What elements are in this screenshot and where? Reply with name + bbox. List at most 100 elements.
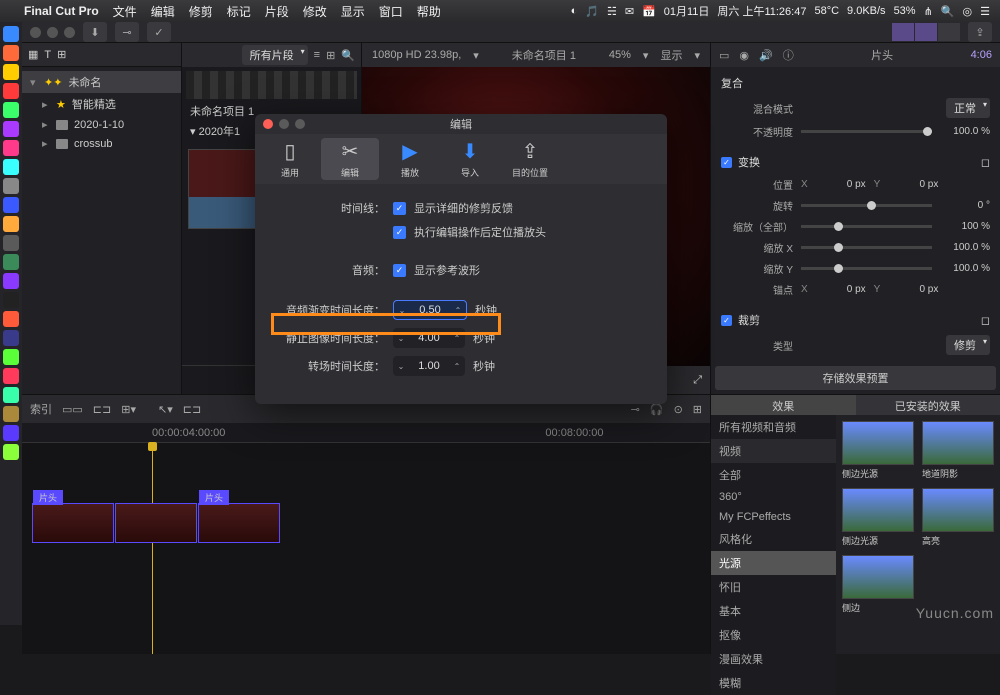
- fade-stepper[interactable]: ⌄ 0.50 ⌃: [393, 300, 467, 320]
- tool-icon[interactable]: 🎧: [650, 403, 664, 416]
- stepper-up-icon[interactable]: ⌃: [450, 306, 466, 315]
- dock-app[interactable]: [3, 311, 19, 327]
- effect-category[interactable]: 抠像: [711, 623, 836, 647]
- still-stepper[interactable]: ⌄ 4.00 ⌃: [393, 328, 465, 348]
- playhead[interactable]: [152, 443, 153, 654]
- dock-app[interactable]: [3, 83, 19, 99]
- siri-icon[interactable]: ◎: [963, 5, 973, 18]
- tab-playback[interactable]: ▶播放: [381, 138, 439, 180]
- timeline-clip[interactable]: [115, 503, 197, 543]
- library-item[interactable]: ▸ ★ 智能精选: [22, 93, 181, 115]
- effect-category[interactable]: 360°: [711, 487, 836, 507]
- effect-category[interactable]: My FCPeffects: [711, 507, 836, 527]
- app-name[interactable]: Final Cut Pro: [24, 4, 99, 18]
- dock-app[interactable]: [3, 197, 19, 213]
- dock-app[interactable]: [3, 292, 19, 308]
- menu-file[interactable]: 文件: [113, 3, 137, 20]
- status-date[interactable]: 01月11日: [664, 3, 710, 19]
- timeline-tracks[interactable]: 片头 片头: [22, 443, 710, 654]
- dropdown-icon[interactable]: ▾: [643, 49, 649, 62]
- still-value[interactable]: 4.00: [409, 332, 449, 344]
- effect-category[interactable]: 基本: [711, 599, 836, 623]
- menu-trim[interactable]: 修剪: [189, 3, 213, 20]
- dock-app[interactable]: [3, 159, 19, 175]
- fullscreen-icon[interactable]: ⤢: [693, 374, 702, 387]
- tool-icon[interactable]: ▭▭: [62, 403, 83, 416]
- dock-app[interactable]: [3, 121, 19, 137]
- select-tool-icon[interactable]: ↖▾: [158, 403, 173, 416]
- disclosure-icon[interactable]: ▾: [30, 76, 38, 89]
- dock-app[interactable]: [3, 45, 19, 61]
- checkbox[interactable]: ✓: [393, 226, 406, 239]
- library-item[interactable]: ▸ crossub: [22, 134, 181, 153]
- index-button[interactable]: 索引: [30, 401, 52, 417]
- zoom-value[interactable]: 45%: [609, 49, 631, 61]
- search-icon[interactable]: 🔍: [941, 5, 955, 18]
- window-controls[interactable]: [30, 27, 75, 38]
- effect-item[interactable]: 地道阴影: [922, 421, 994, 480]
- tool-icon[interactable]: ⊸: [631, 403, 640, 416]
- generators-icon[interactable]: ⊞: [57, 48, 66, 61]
- project-filmstrip[interactable]: [186, 71, 357, 99]
- dock-app[interactable]: [3, 368, 19, 384]
- opacity-value[interactable]: 100.0 %: [940, 126, 990, 137]
- library-item[interactable]: ▸ 2020-1-10: [22, 115, 181, 134]
- filter-dropdown[interactable]: 所有片段: [242, 45, 308, 65]
- fade-value[interactable]: 0.50: [410, 304, 450, 316]
- trim-tool-icon[interactable]: ⊏⊐: [183, 403, 201, 416]
- disclosure-icon[interactable]: ▸: [42, 118, 50, 131]
- effect-item[interactable]: 侧边光源: [842, 421, 914, 480]
- wifi-icon[interactable]: ⋔: [924, 5, 933, 18]
- dock-app[interactable]: [3, 140, 19, 156]
- share-button[interactable]: ⇪: [968, 22, 992, 42]
- effect-item[interactable]: 高亮: [922, 488, 994, 547]
- section-header[interactable]: 复合: [711, 71, 1000, 95]
- workspace-seg[interactable]: [915, 23, 937, 41]
- library-root[interactable]: ▾ ✦✦ 未命名: [22, 71, 181, 93]
- reset-icon[interactable]: ◻: [981, 314, 990, 327]
- tool-icon[interactable]: ⊏⊐: [93, 403, 111, 416]
- timeline-ruler[interactable]: 00:00:04:00:00 00:08:00:00: [22, 423, 710, 443]
- effect-category[interactable]: 光源: [711, 551, 836, 575]
- stepper-down-icon[interactable]: ⌄: [393, 334, 409, 343]
- dock-app[interactable]: [3, 349, 19, 365]
- tool-icon[interactable]: ⊞▾: [121, 403, 136, 416]
- timeline-clip[interactable]: 片头: [32, 503, 114, 543]
- effect-item[interactable]: 侧边: [842, 555, 914, 614]
- dock-app[interactable]: [3, 26, 19, 42]
- effect-category[interactable]: 漫画效果: [711, 647, 836, 671]
- timeline-clip[interactable]: 片头: [198, 503, 280, 543]
- tab-destinations[interactable]: ⇪目的位置: [501, 138, 559, 180]
- search-icon[interactable]: 🔍: [341, 49, 355, 62]
- menu-mark[interactable]: 标记: [227, 3, 251, 20]
- display-label[interactable]: 显示: [660, 47, 682, 63]
- workspace-segment[interactable]: [892, 23, 960, 41]
- section-header[interactable]: ✓ 裁剪 ◻: [711, 308, 1000, 332]
- tool-icon[interactable]: ⊙: [674, 403, 683, 416]
- scale-slider[interactable]: [801, 267, 932, 270]
- dock-app[interactable]: [3, 425, 19, 441]
- dock-app[interactable]: [3, 216, 19, 232]
- dropdown-icon[interactable]: ▾: [473, 49, 479, 62]
- dialog-controls[interactable]: [263, 119, 305, 129]
- bg-tasks-button[interactable]: ✓: [147, 22, 171, 42]
- save-preset-button[interactable]: 存储效果预置: [715, 366, 996, 390]
- view-icon[interactable]: ⊞: [326, 49, 335, 62]
- effect-item[interactable]: 侧边光源: [842, 488, 914, 547]
- tool-icon[interactable]: ⊞: [693, 403, 702, 416]
- effect-category[interactable]: 模糊: [711, 671, 836, 695]
- transition-stepper[interactable]: ⌄ 1.00 ⌃: [393, 356, 465, 376]
- scale-slider[interactable]: [801, 225, 932, 228]
- dock-app[interactable]: [3, 64, 19, 80]
- stepper-up-icon[interactable]: ⌃: [449, 362, 465, 371]
- dock-app[interactable]: [3, 254, 19, 270]
- import-button[interactable]: ⬇: [83, 22, 107, 42]
- tab-editing[interactable]: ✂编辑: [321, 138, 379, 180]
- menu-view[interactable]: 显示: [341, 3, 365, 20]
- menu-help[interactable]: 帮助: [417, 3, 441, 20]
- checkbox-label[interactable]: 显示参考波形: [414, 262, 480, 278]
- effect-category[interactable]: 所有视频和音频: [711, 415, 836, 439]
- dropdown-icon[interactable]: ▾: [694, 49, 700, 62]
- dock-app[interactable]: [3, 273, 19, 289]
- menu-clip[interactable]: 片段: [265, 3, 289, 20]
